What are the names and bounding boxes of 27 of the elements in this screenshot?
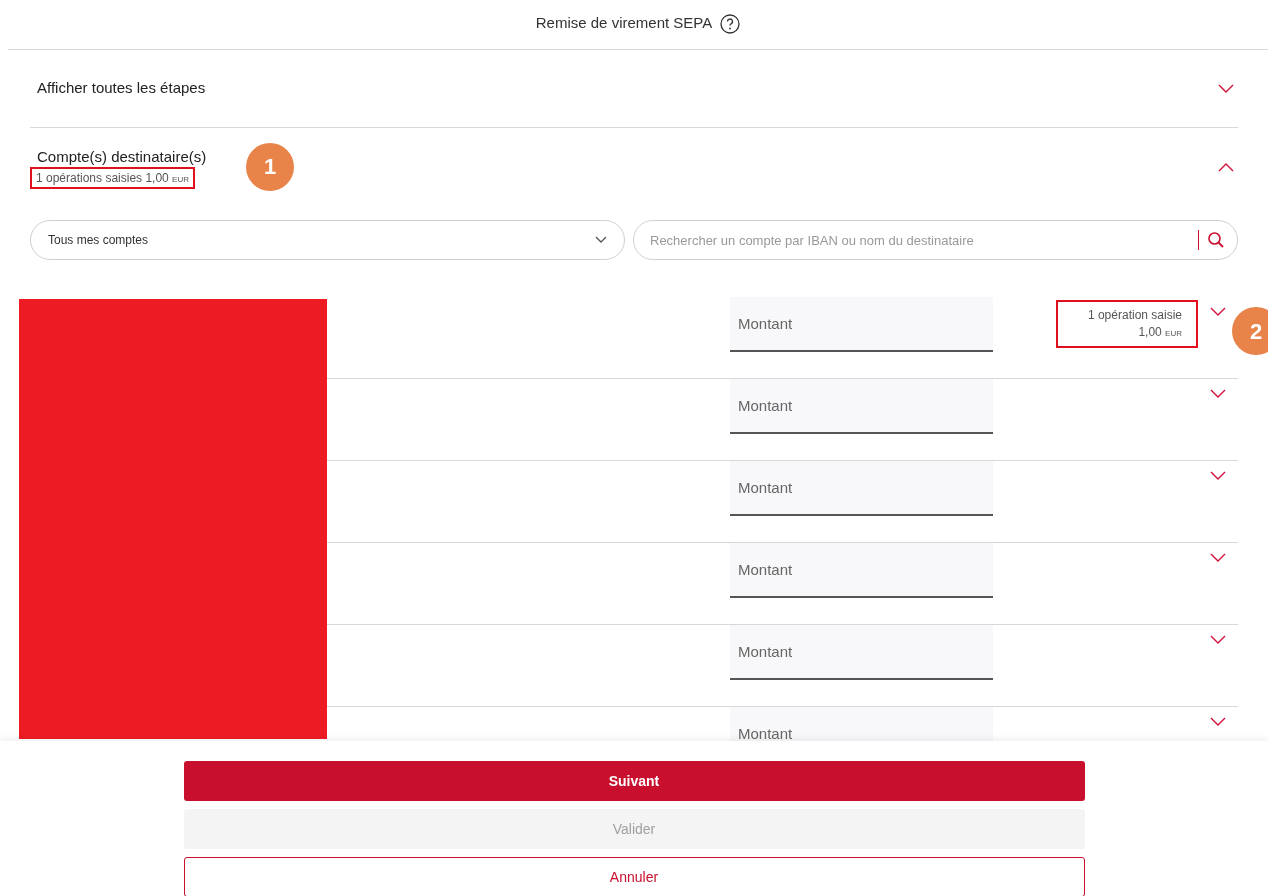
amount-field[interactable]: Montant [730,297,993,352]
chevron-icon[interactable] [1210,553,1226,563]
action-button[interactable]: Suivant [183,761,1085,801]
search-field[interactable]: Rechercher un compte par IBAN ou nom du destinataire [650,222,1190,258]
chevron-icon[interactable] [1210,635,1226,645]
chevron-icon[interactable] [1210,717,1226,727]
amount-field[interactable]: Montant [730,543,993,598]
section-title: Compte(s) destinataire(s) [37,147,207,168]
chevron-icon[interactable] [1218,161,1234,172]
amount-field[interactable]: Montant [730,379,993,434]
callout-number: 1 [246,142,295,191]
chevron-icon[interactable] [1210,307,1226,317]
callout-number: 2 [1232,307,1268,355]
page-title: Remise de virement SEPA [535,13,713,34]
steps-toggle[interactable]: Afficher toutes les étapes [30,50,1238,128]
operation-summary: 1 opération saisie 1,00 EUR [1056,300,1198,348]
section-summary: 1 opérations saisies 1,00 EUR [32,168,193,187]
action-button[interactable]: Annuler [183,857,1085,896]
chevron-icon[interactable] [1218,83,1234,94]
amount-field[interactable]: Montant [730,707,993,741]
amount-field[interactable]: Montant [730,461,993,516]
amount-field[interactable]: Montant [730,625,993,680]
chevron-icon[interactable] [1210,471,1226,481]
chevron-icon [595,236,607,244]
help-icon[interactable] [720,13,741,34]
search-icon[interactable] [1207,231,1225,249]
chevron-icon[interactable] [1210,389,1226,399]
